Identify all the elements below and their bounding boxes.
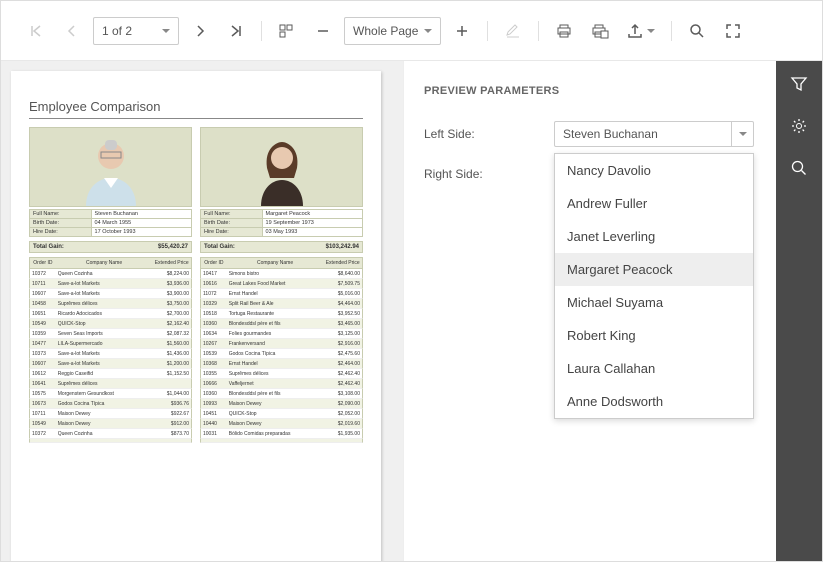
- search-button[interactable]: [682, 16, 712, 46]
- zoom-in-button[interactable]: [447, 16, 477, 46]
- chevron-down-icon: [647, 29, 655, 33]
- table-row: 10666Vaffeljernet$2,462.40: [200, 379, 363, 389]
- report-left-column: Full Name:Steven Buchanan Birth Date:04 …: [29, 127, 192, 443]
- gear-icon[interactable]: [790, 117, 808, 135]
- search-icon[interactable]: [790, 159, 808, 177]
- table-row: 10477LILA-Supermercado$1,560.00: [29, 339, 192, 349]
- zoom-out-button[interactable]: [308, 16, 338, 46]
- table-row: 10267Frankenversand$2,916.00: [200, 339, 363, 349]
- filter-icon[interactable]: [790, 75, 808, 93]
- page-selector[interactable]: 1 of 2: [93, 17, 179, 45]
- chevron-down-icon: [424, 29, 432, 33]
- table-row: 10360Blondesddsl père et fils$3,108.00: [200, 389, 363, 399]
- table-row: 10360Blondesddsl père et fils$3,465.00: [200, 319, 363, 329]
- table-row: 10417Simons bistro$8,640.00: [200, 269, 363, 279]
- right-sidebar: [776, 61, 822, 561]
- left-side-value: Steven Buchanan: [555, 127, 666, 141]
- print-button[interactable]: [549, 16, 579, 46]
- table-row: 10549QUICK-Stop$2,162.40: [29, 319, 192, 329]
- multipage-button[interactable]: [272, 16, 302, 46]
- dropdown-option[interactable]: Laura Callahan: [555, 352, 753, 385]
- dropdown-option[interactable]: Nancy Davolio: [555, 154, 753, 187]
- table-row: 10673Godos Cocina Típica$936.76: [29, 399, 192, 409]
- highlight-button[interactable]: [498, 16, 528, 46]
- table-row: 11072Ernst Handel$5,016.00: [200, 289, 363, 299]
- document-preview[interactable]: Employee Comparison Full Name:Steven Buc…: [1, 61, 403, 561]
- table-row: 10993Maison Dewey$2,090.00: [200, 399, 363, 409]
- dropdown-option[interactable]: Andrew Fuller: [555, 187, 753, 220]
- zoom-display: Whole Page: [353, 24, 418, 38]
- table-row: 10616Great Lakes Food Market$7,509.75: [200, 279, 363, 289]
- parameters-panel: PREVIEW PARAMETERS Left Side: Steven Buc…: [403, 61, 776, 561]
- dropdown-option[interactable]: Robert King: [555, 319, 753, 352]
- toolbar: 1 of 2 Whole Page: [1, 1, 822, 61]
- table-row: 10651Ricardo Adocicados$2,700.00: [29, 309, 192, 319]
- right-side-label: Right Side:: [424, 167, 554, 181]
- last-page-button[interactable]: [221, 16, 251, 46]
- table-row: [200, 439, 363, 443]
- dropdown-option[interactable]: Anne Dodsworth: [555, 385, 753, 418]
- left-side-label: Left Side:: [424, 127, 554, 141]
- report-right-column: Full Name:Margaret Peacock Birth Date:19…: [200, 127, 363, 443]
- dropdown-option[interactable]: Janet Leverling: [555, 220, 753, 253]
- table-row: 10612Reggio Caseifid$1,152.50: [29, 369, 192, 379]
- employee-photo: [200, 127, 363, 207]
- table-row: 10458Suprêmes délices$3,750.00: [29, 299, 192, 309]
- table-row: 10031Bólido Comidas preparadas$1,935.00: [200, 429, 363, 439]
- right-side-dropdown[interactable]: Nancy DavolioAndrew FullerJanet Leverlin…: [554, 153, 754, 419]
- zoom-selector[interactable]: Whole Page: [344, 17, 441, 45]
- table-row: 10440Maison Dewey$2,019.60: [200, 419, 363, 429]
- chevron-down-icon: [162, 29, 170, 33]
- table-row: 10539Godos Cocina Típica$2,475.60: [200, 349, 363, 359]
- chevron-down-icon: [739, 132, 747, 136]
- page-display: 1 of 2: [102, 24, 132, 38]
- table-row: 10359Seven Seas Imports$2,087.32: [29, 329, 192, 339]
- table-row: [29, 439, 192, 443]
- table-row: 10372Queen Cozinha$8,224.00: [29, 269, 192, 279]
- table-row: 10711Maison Dewey$922.67: [29, 409, 192, 419]
- table-row: 10711Save-a-lot Markets$3,936.00: [29, 279, 192, 289]
- report-page: Employee Comparison Full Name:Steven Buc…: [11, 71, 381, 561]
- table-row: 10607Save-a-lot Markets$1,200.00: [29, 359, 192, 369]
- table-row: 10329Split Rail Beer & Ale$4,464.00: [200, 299, 363, 309]
- table-row: 10641Suprêmes délices: [29, 379, 192, 389]
- table-row: 10355Suprêmes délices$2,462.40: [200, 369, 363, 379]
- table-row: 10518Tortuga Restaurante$3,952.50: [200, 309, 363, 319]
- table-row: 10634Folies gourmandes$3,125.00: [200, 329, 363, 339]
- table-row: 10372Queen Cozinha$873.70: [29, 429, 192, 439]
- table-row: 10607Save-a-lot Markets$3,900.00: [29, 289, 192, 299]
- first-page-button[interactable]: [21, 16, 51, 46]
- table-row: 10451QUICK-Stop$2,052.00: [200, 409, 363, 419]
- next-page-button[interactable]: [185, 16, 215, 46]
- fullscreen-button[interactable]: [718, 16, 748, 46]
- export-button[interactable]: [621, 16, 661, 46]
- table-row: 10368Ernst Handel$2,464.00: [200, 359, 363, 369]
- dropdown-option[interactable]: Margaret Peacock: [555, 253, 753, 286]
- left-side-select[interactable]: Steven Buchanan: [554, 121, 754, 147]
- print-page-button[interactable]: [585, 16, 615, 46]
- prev-page-button[interactable]: [57, 16, 87, 46]
- table-row: 10575Morgenstern Gesundkost$1,044.00: [29, 389, 192, 399]
- report-title: Employee Comparison: [29, 99, 363, 114]
- employee-photo: [29, 127, 192, 207]
- table-row: 10373Save-a-lot Markets$1,436.00: [29, 349, 192, 359]
- parameters-title: PREVIEW PARAMETERS: [424, 85, 756, 97]
- dropdown-option[interactable]: Michael Suyama: [555, 286, 753, 319]
- table-row: 10549Maison Dewey$912.00: [29, 419, 192, 429]
